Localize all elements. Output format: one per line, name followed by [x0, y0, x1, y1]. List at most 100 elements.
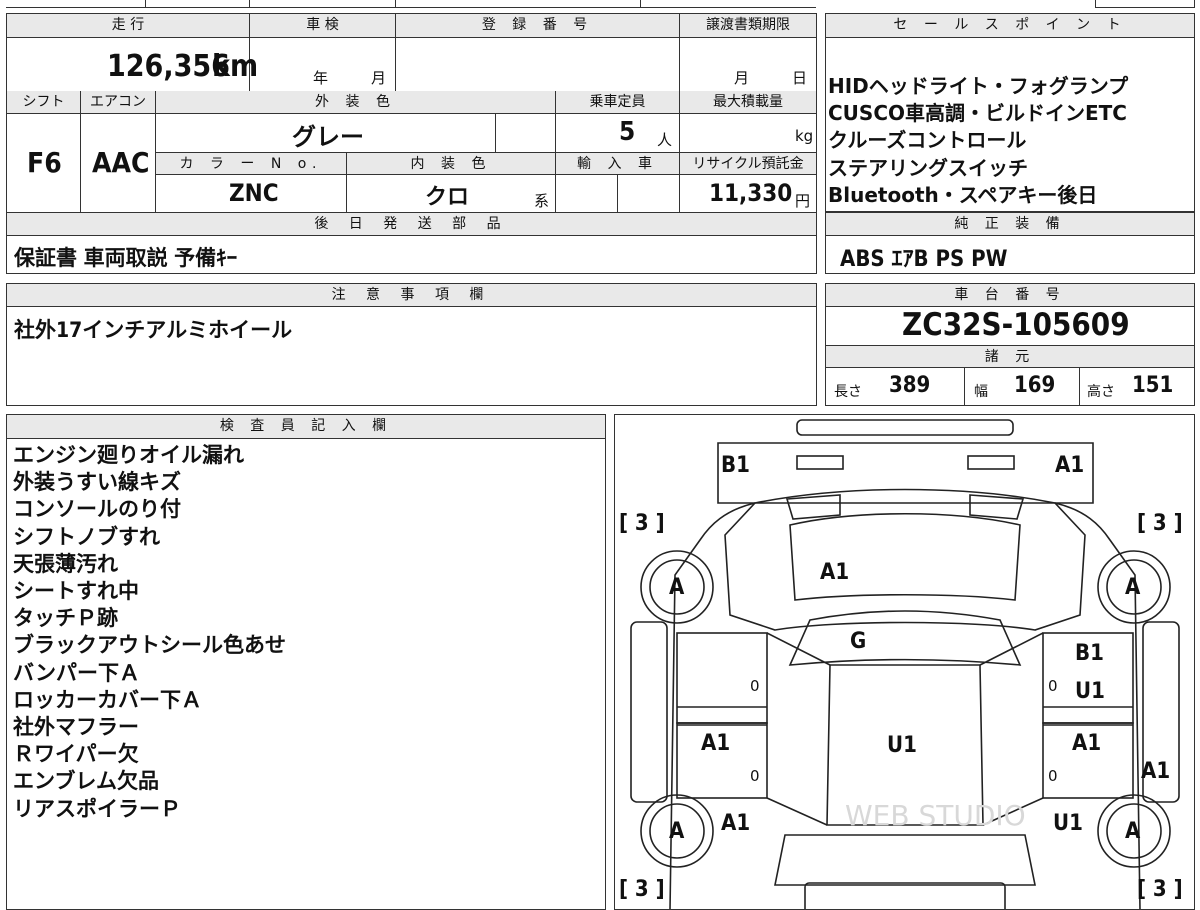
mark-right-rear-door: A1	[1072, 731, 1102, 756]
remark-item: 天張薄汚れ	[13, 551, 118, 576]
later-parts-header: 後 日 発 送 部 品	[7, 213, 816, 236]
capacity-header: 乗車定員	[555, 91, 679, 114]
ac-header: エアコン	[80, 91, 155, 114]
shift-header: シフト	[7, 91, 80, 114]
max-load-header: 最大積載量	[679, 91, 816, 114]
sales-point-item: クルーズコントロール	[828, 128, 1027, 153]
later-parts-value: 保証書 車両取説 予備ｷｰ	[14, 246, 238, 270]
color-no-value: ZNC	[229, 179, 279, 207]
remark-item: リアスポイラーＰ	[13, 796, 181, 821]
recycle-header: リサイクル預託金	[680, 153, 816, 175]
remark-item: コンソールのり付	[13, 497, 181, 522]
front-spoiler-outline	[796, 419, 1014, 436]
chassis-box: 車 台 番 号 ZC32S-105609 諸 元 長さ 389 幅 169 高さ…	[825, 283, 1195, 406]
mark-left-rear-quarter: A1	[721, 811, 751, 836]
remark-item: 外装うすい線キズ	[13, 470, 181, 495]
sales-point-item: HIDヘッドライト・フォグランプ	[828, 74, 1129, 98]
shift-value: F6	[27, 146, 62, 179]
mark-front-bumper-right: A1	[1055, 453, 1085, 478]
interior-color-header: 内 装 色	[346, 153, 555, 175]
mark-right-front-door-2: U1	[1075, 679, 1105, 704]
max-load-unit: kg	[795, 127, 814, 145]
recycle-unit: 円	[795, 192, 811, 210]
windshield-outline	[788, 610, 1022, 666]
equipment-box: 純 正 装 備 ABS ｴｱB PS PW	[825, 212, 1195, 274]
mark-left-rear-door: A1	[701, 731, 731, 756]
hood-outline	[724, 488, 1086, 631]
sales-points-list: HIDヘッドライト・フォグランプ CUSCO車高調・ビルドインETC クルーズコ…	[828, 73, 1128, 209]
zero-mark: 0	[1048, 677, 1058, 695]
capacity-value: 5	[619, 117, 636, 147]
sales-points-box: セ ー ル ス ポ イ ン ト HIDヘッドライト・フォグランプ CUSCO車高…	[825, 13, 1195, 212]
rear-outline	[774, 834, 1036, 886]
remark-item: シフトノブすれ	[13, 524, 160, 549]
car-diagram: WEB STUDIO	[630, 419, 1180, 909]
mark-right-rear-quarter: U1	[1053, 811, 1083, 836]
zero-mark: 0	[1048, 767, 1058, 785]
inspector-box: 検 査 員 記 入 欄 エンジン廻りオイル漏れ 外装うすい線キズ コンソールのり…	[6, 414, 606, 910]
mark-hood: A1	[820, 560, 850, 585]
front-bumper-outline	[717, 442, 1094, 504]
exterior-color-header: 外 装 色	[155, 91, 555, 114]
headlamp-left-outline	[785, 494, 841, 520]
length-label: 長さ	[834, 384, 862, 400]
sales-point-item: Bluetooth・スペアキー後日	[828, 182, 1098, 207]
mark-tire-rr: A	[1125, 819, 1141, 844]
remark-item: Ｒワイパー欠	[13, 742, 139, 767]
interior-suffix: 系	[534, 192, 550, 210]
chassis-header: 車 台 番 号	[826, 284, 1194, 307]
mark-tire-fl: A	[669, 575, 685, 600]
width-value: 169	[1014, 373, 1056, 398]
fog-lamp-left-outline	[796, 455, 844, 470]
zero-mark: 0	[750, 677, 760, 695]
mark-right-front-door: B1	[1075, 641, 1104, 666]
remark-item: ブラックアウトシール色あせ	[13, 633, 286, 658]
vehicle-info-table: 走 行 車 検 登 録 番 号 譲渡書類期限 126,356 km 年 月 月 …	[6, 13, 817, 274]
chassis-value: ZC32S-105609	[902, 307, 1130, 343]
inspector-remarks-list: エンジン廻りオイル漏れ 外装うすい線キズ コンソールのり付 シフトノブすれ 天張…	[13, 442, 286, 823]
recycle-value: 11,330	[709, 179, 793, 207]
reg-number-header: 登 録 番 号	[395, 14, 679, 38]
deadline-month-unit: 月	[734, 69, 750, 87]
sales-points-header: セ ー ル ス ポ イ ン ト	[826, 14, 1194, 38]
notes-value: 社外17インチアルミホイール	[14, 318, 293, 342]
import-header: 輸 入 車	[556, 153, 679, 175]
equipment-value: ABS ｴｱB PS PW	[840, 247, 1008, 272]
notes-header: 注 意 事 項 欄	[7, 284, 816, 307]
height-value: 151	[1132, 373, 1174, 398]
deadline-day-unit: 日	[792, 69, 808, 87]
capacity-unit: 人	[657, 131, 673, 149]
tread-rr: [ 3 ]	[1137, 877, 1183, 902]
fog-lamp-right-outline	[967, 455, 1015, 470]
exterior-color-value: グレー	[292, 123, 364, 151]
rear-bumper-outline	[804, 882, 1006, 909]
top-cutoff-right	[1095, 0, 1195, 8]
equipment-header: 純 正 装 備	[826, 213, 1194, 236]
mark-tire-fr: A	[1125, 575, 1141, 600]
mileage-unit: km	[212, 49, 259, 84]
tread-fl: [ 3 ]	[619, 511, 665, 536]
car-diagram-box: WEB STUDIO B1 A1 A1 G B1 U1 U1 A1 A1 A1 …	[614, 414, 1195, 910]
mark-tire-rl: A	[669, 819, 685, 844]
tread-fr: [ 3 ]	[1137, 511, 1183, 536]
interior-color-value: クロ	[425, 185, 470, 210]
cowl-outline	[789, 512, 1021, 601]
transfer-deadline-header: 譲渡書類期限	[679, 14, 816, 38]
remark-item: シートすれ中	[13, 579, 139, 604]
left-sill-outline	[630, 621, 668, 803]
sales-point-item: CUSCO車高調・ビルドインETC	[828, 101, 1127, 126]
color-no-header: カ ラ ー N o.	[156, 153, 346, 175]
zero-mark: 0	[750, 767, 760, 785]
top-cutoff-row	[6, 0, 816, 8]
specs-header: 諸 元	[826, 345, 1194, 368]
shaken-year-unit: 年	[313, 69, 329, 87]
sales-point-item: ステアリングスイッチ	[828, 155, 1028, 180]
remark-item: バンパー下Ａ	[13, 660, 141, 685]
width-label: 幅	[974, 384, 988, 400]
length-value: 389	[889, 373, 931, 398]
remark-item: タッチＰ跡	[13, 606, 118, 631]
shaken-header: 車 検	[249, 14, 395, 38]
mark-windshield: G	[850, 629, 867, 654]
headlamp-right-outline	[969, 494, 1025, 520]
shaken-month-unit: 月	[371, 69, 387, 87]
